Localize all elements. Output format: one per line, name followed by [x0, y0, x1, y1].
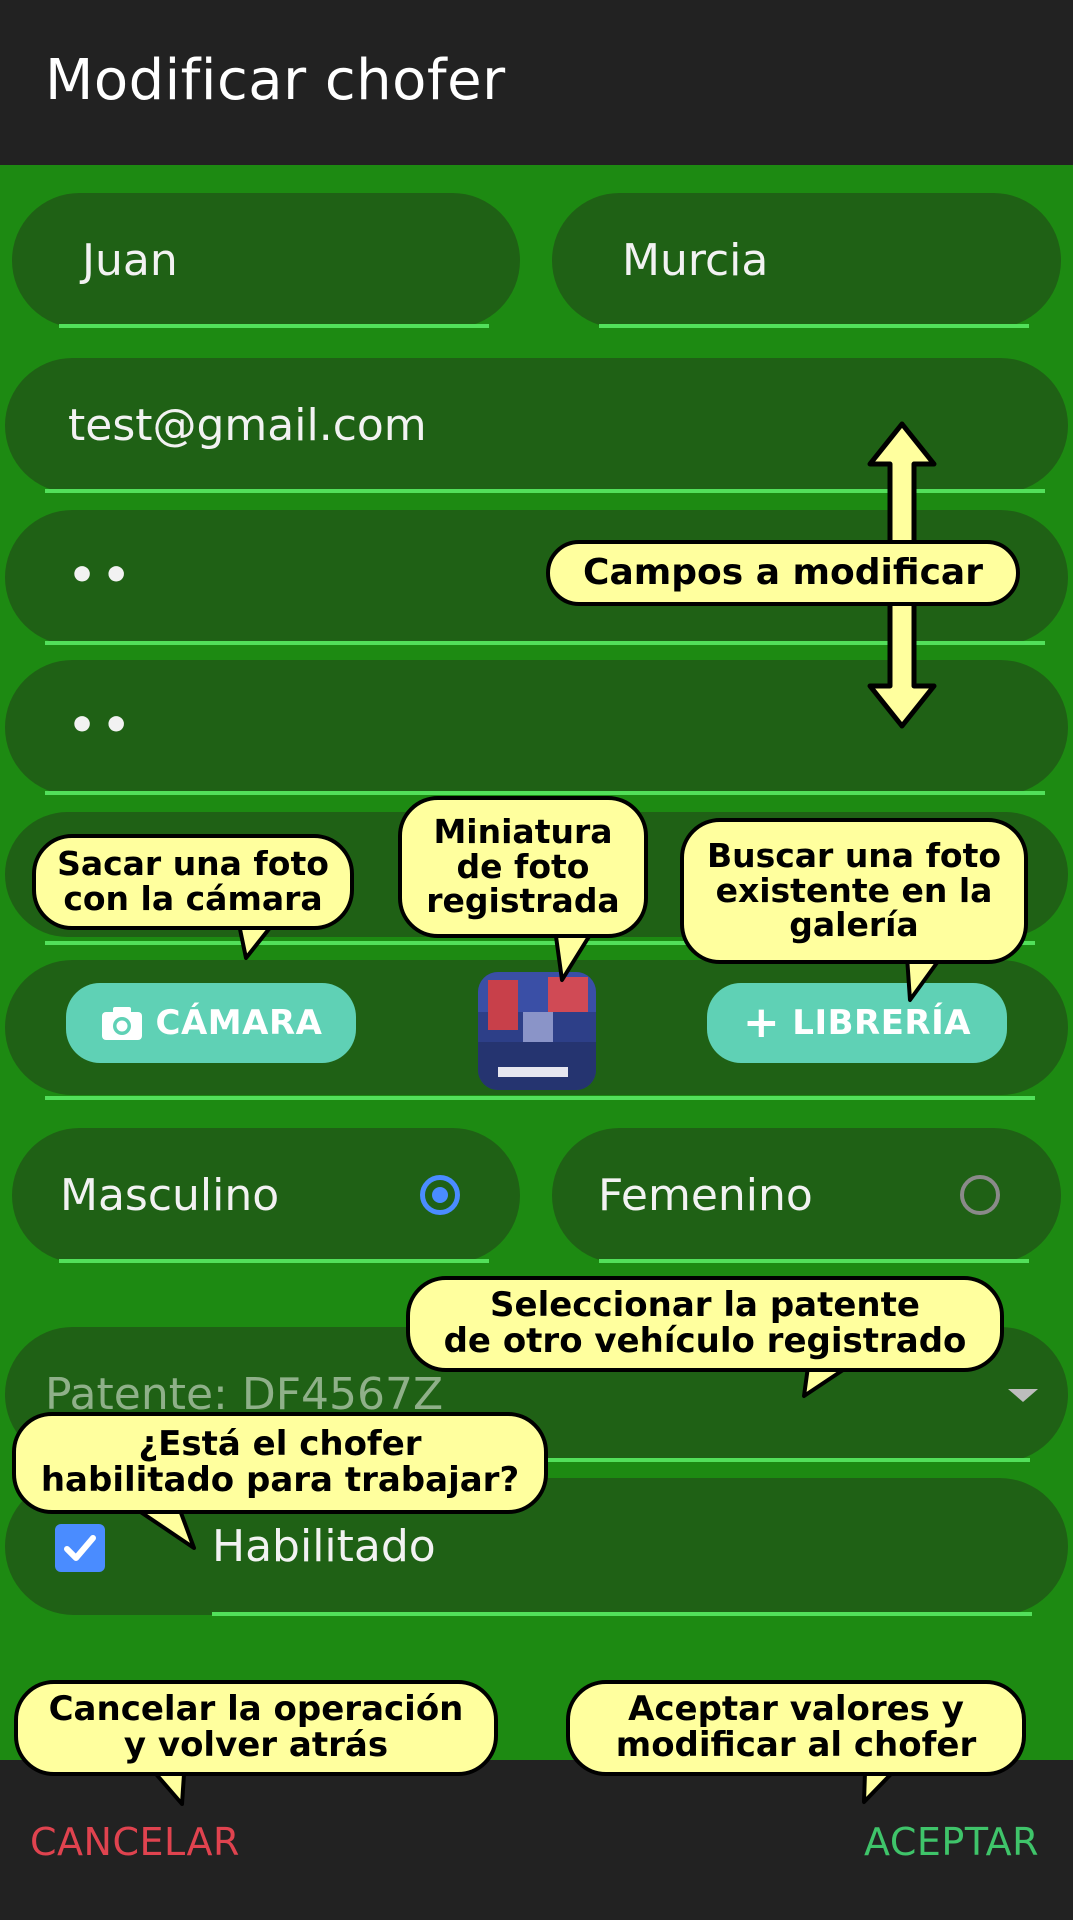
enabled-label: Habilitado	[212, 1521, 436, 1572]
camera-icon	[100, 1005, 144, 1041]
page-title: Modificar chofer	[45, 48, 506, 113]
last-name-underline	[599, 324, 1029, 328]
enabled-checkbox[interactable]	[55, 1524, 105, 1572]
cancel-button[interactable]: CANCELAR	[30, 1820, 240, 1864]
enabled-callout: ¿Está el chofer habilitado para trabajar…	[12, 1412, 548, 1514]
camera-button[interactable]: CÁMARA	[66, 983, 356, 1063]
gender-female-radio[interactable]	[960, 1175, 1000, 1215]
plus-icon: +	[742, 997, 781, 1048]
app-header: Modificar chofer	[0, 0, 1073, 165]
thumbnail-callout: Miniatura de foto registrada	[398, 796, 648, 938]
camera-callout: Sacar una foto con la cámara	[32, 834, 354, 930]
camera-label: CÁMARA	[155, 1003, 323, 1043]
last-name-field[interactable]: Murcia	[552, 193, 1061, 328]
gender-female-underline	[599, 1259, 1029, 1263]
fields-callout: Campos a modificar	[546, 540, 1020, 606]
password-confirm-underline	[45, 791, 1045, 795]
first-name-value: Juan	[82, 235, 178, 286]
email-value: test@gmail.com	[68, 400, 427, 451]
accept-button[interactable]: ACEPTAR	[864, 1820, 1039, 1864]
first-name-underline	[59, 324, 489, 328]
enabled-underline	[212, 1612, 1032, 1616]
gender-male-label: Masculino	[60, 1170, 280, 1221]
gender-female-label: Femenino	[598, 1170, 813, 1221]
gender-male-underline	[59, 1259, 489, 1263]
cancel-callout: Cancelar la operación y volver atrás	[14, 1680, 498, 1776]
library-callout: Buscar una foto existente en la galería	[680, 818, 1028, 964]
gender-male-radio[interactable]	[420, 1175, 460, 1215]
gender-male-option[interactable]: Masculino	[12, 1128, 520, 1263]
password-confirm-value: ••	[68, 700, 137, 751]
plate-callout: Seleccionar la patente de otro vehículo …	[406, 1276, 1004, 1372]
accept-callout: Aceptar valores y modificar al chofer	[566, 1680, 1026, 1776]
check-icon	[64, 1535, 96, 1561]
last-name-value: Murcia	[622, 235, 769, 286]
first-name-field[interactable]: Juan	[12, 193, 520, 328]
password-value: ••	[68, 550, 137, 601]
photo-row-underline	[45, 1096, 1035, 1100]
gender-female-option[interactable]: Femenino	[552, 1128, 1061, 1263]
chevron-down-icon	[1008, 1389, 1038, 1402]
